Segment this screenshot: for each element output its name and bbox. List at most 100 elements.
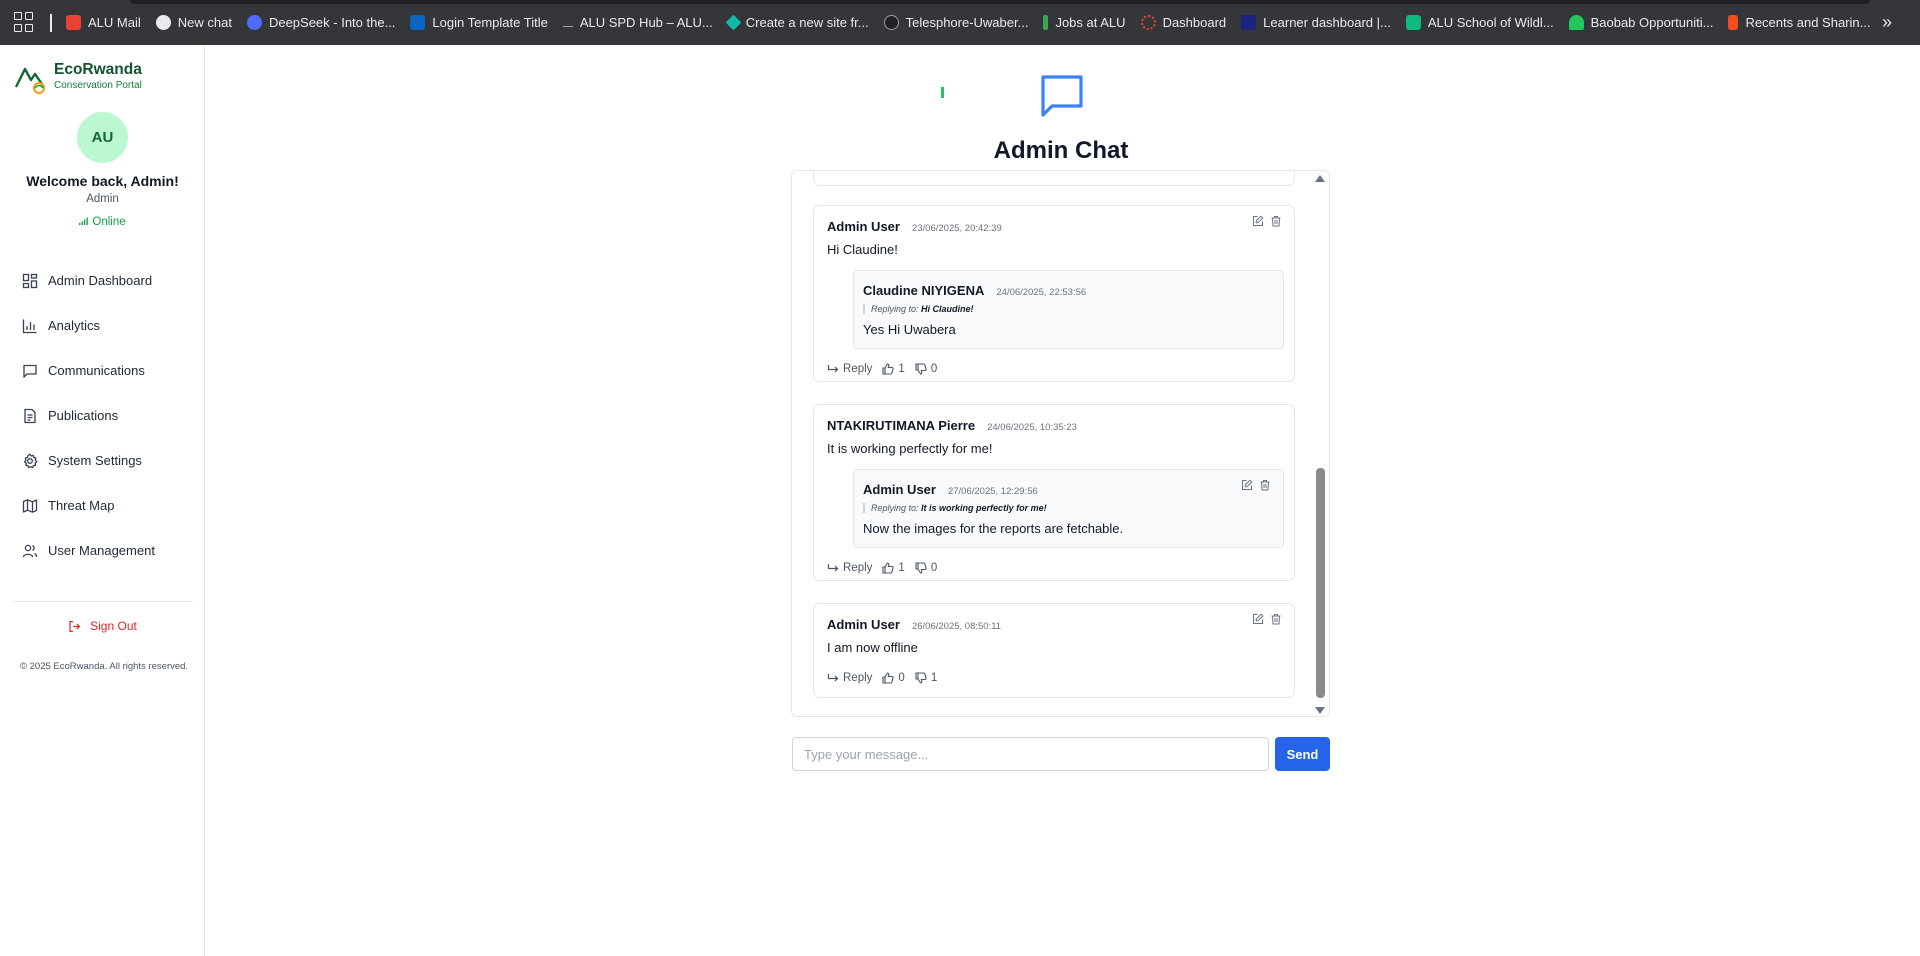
like-button[interactable]: 1	[882, 363, 905, 375]
bookmark-item[interactable]: Baobab Opportuniti...	[1568, 15, 1713, 30]
trash-icon[interactable]	[1270, 215, 1282, 227]
reply-card: Claudine NIYIGENA 24/06/2025, 22:53:56 R…	[853, 270, 1284, 349]
reply-header: Admin User 27/06/2025, 12:29:56	[863, 482, 1038, 497]
page-title-wrap: Admin Chat	[0, 137, 1920, 165]
gmail-icon	[66, 15, 81, 30]
users-icon	[22, 544, 38, 557]
message-text: I am now offline	[827, 640, 918, 655]
message-tools	[1246, 613, 1282, 625]
message-list[interactable]: Admin User 23/06/2025, 20:42:39 Hi Claud…	[792, 171, 1313, 716]
edit-icon[interactable]	[1252, 613, 1264, 625]
sign-out-button[interactable]: Sign Out	[0, 619, 205, 633]
brand-subtitle: Conservation Portal	[54, 80, 142, 91]
tab-strip-edge	[130, 0, 1870, 4]
bookmark-item[interactable]: ALU Mail	[66, 15, 141, 30]
sidebar-item-system-settings[interactable]: System Settings	[22, 438, 202, 483]
reply-tools	[1235, 479, 1271, 491]
scroll-down-arrow-icon[interactable]	[1315, 707, 1325, 714]
message-actions: Reply 0 1	[827, 672, 947, 684]
message-icon	[23, 364, 37, 378]
edit-icon[interactable]	[1252, 215, 1264, 227]
more-bookmarks-icon[interactable]: »	[1882, 12, 1892, 33]
github-icon	[883, 15, 899, 30]
brand[interactable]: EcoRwanda Conservation Portal	[14, 61, 142, 95]
reply-author: Admin User	[863, 482, 936, 497]
brand-name: EcoRwanda	[54, 61, 142, 78]
sidebar-item-admin-dashboard[interactable]: Admin Dashboard	[22, 258, 202, 303]
bookmark-item[interactable]: Create a new site fr...	[725, 14, 869, 31]
reply-header: Claudine NIYIGENA 24/06/2025, 22:53:56	[863, 283, 1086, 298]
sidebar-item-analytics[interactable]: Analytics	[22, 303, 202, 348]
bookmark-item[interactable]: Telesphore-Uwaber...	[883, 15, 1028, 30]
dashboard-icon	[1140, 15, 1156, 30]
sidebar-item-user-management[interactable]: User Management	[22, 528, 202, 573]
thumbs-down-icon	[915, 363, 927, 375]
sidebar-item-publications[interactable]: Publications	[22, 393, 202, 438]
trash-icon[interactable]	[1270, 613, 1282, 625]
reply-text: Yes Hi Uwabera	[863, 322, 956, 337]
message-header: Admin User 26/06/2025, 08:50:11	[827, 617, 1001, 632]
reply-timestamp: 27/06/2025, 12:29:56	[947, 486, 1038, 497]
dislike-button[interactable]: 0	[915, 363, 937, 375]
page-icon	[410, 15, 426, 30]
reply-icon	[827, 674, 839, 682]
like-button[interactable]: 1	[882, 562, 905, 574]
message-header: Admin User 23/06/2025, 20:42:39	[827, 219, 1002, 234]
message-actions: Reply 1 0	[827, 363, 947, 375]
jobs-icon	[1043, 15, 1049, 30]
school-icon	[1405, 15, 1421, 30]
bar-chart-icon	[22, 319, 37, 333]
sidebar-nav: Admin Dashboard Analytics Communications…	[22, 258, 202, 573]
copyright-text: © 2025 EcoRwanda. All rights reserved.	[20, 661, 189, 672]
reply-icon	[827, 564, 839, 572]
reply-button[interactable]: Reply	[827, 562, 872, 574]
dash-icon	[562, 19, 573, 27]
dislike-button[interactable]: 1	[915, 672, 937, 684]
apps-grid-icon[interactable]	[14, 11, 36, 34]
signal-icon	[79, 217, 89, 225]
message-timestamp: 26/06/2025, 08:50:11	[911, 621, 1002, 632]
message-text: It is working perfectly for me!	[827, 441, 993, 456]
scroll-up-arrow-icon[interactable]	[1315, 175, 1325, 182]
bookmark-item[interactable]: New chat	[155, 15, 232, 30]
scrollbar[interactable]	[1311, 171, 1329, 716]
trash-icon[interactable]	[1259, 479, 1271, 491]
sidebar-item-communications[interactable]: Communications	[22, 348, 202, 393]
page-title: Admin Chat	[993, 137, 1129, 164]
message-actions: Reply 1 0	[827, 562, 947, 574]
dislike-button[interactable]: 0	[915, 562, 937, 574]
bookmark-item[interactable]: Dashboard	[1140, 15, 1226, 30]
message-card: Admin User 26/06/2025, 08:50:11 I am now…	[813, 603, 1295, 698]
edit-icon[interactable]	[1241, 479, 1253, 491]
bookmark-item[interactable]: Recents and Sharin...	[1728, 15, 1870, 30]
bookmark-item[interactable]: ALU School of Wildl...	[1405, 15, 1554, 30]
bookmark-item[interactable]: Jobs at ALU	[1043, 15, 1126, 30]
deepseek-icon	[246, 15, 262, 30]
bookmarks-separator	[50, 13, 52, 32]
message-input[interactable]	[792, 737, 1269, 771]
chat-panel: Admin User 23/06/2025, 20:42:39 Hi Claud…	[791, 170, 1330, 717]
map-icon	[22, 498, 38, 513]
scrollbar-thumb[interactable]	[1316, 468, 1325, 698]
reply-button[interactable]: Reply	[827, 363, 872, 375]
like-button[interactable]: 0	[882, 672, 905, 684]
online-status: Online	[0, 216, 205, 228]
thumbs-up-icon	[882, 363, 895, 375]
message-author: Admin User	[827, 219, 900, 234]
message-author: NTAKIRUTIMANA Pierre	[827, 418, 976, 433]
bookmark-item[interactable]: Learner dashboard |...	[1241, 15, 1391, 30]
message-text: Hi Claudine!	[827, 242, 898, 257]
send-button[interactable]: Send	[1275, 737, 1330, 771]
baobab-icon	[1568, 15, 1584, 30]
bookmark-item[interactable]: DeepSeek - Into the...	[246, 15, 395, 30]
sidebar-item-threat-map[interactable]: Threat Map	[22, 483, 202, 528]
message-timestamp: 24/06/2025, 10:35:23	[987, 422, 1077, 433]
message-header: NTAKIRUTIMANA Pierre 24/06/2025, 10:35:2…	[827, 418, 1077, 433]
diamond-icon	[725, 14, 742, 31]
reply-button[interactable]: Reply	[827, 672, 872, 684]
mountain-logo-icon	[14, 67, 45, 94]
welcome-message: Welcome back, Admin!	[26, 173, 179, 189]
bookmark-item[interactable]: Login Template Title	[410, 15, 548, 30]
sidebar: EcoRwanda Conservation Portal AU Welcome…	[0, 45, 205, 956]
bookmark-item[interactable]: ALU SPD Hub – ALU...	[562, 15, 713, 30]
